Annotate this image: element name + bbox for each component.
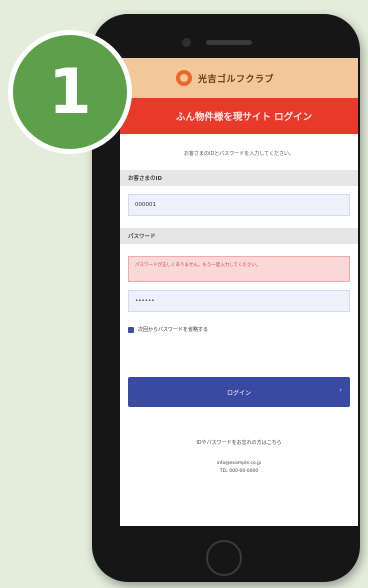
chevron-right-icon: › — [339, 386, 342, 394]
page-title: ふん物件様を現サイト ログイン — [120, 98, 358, 134]
contact-email: info@example.co.jp — [216, 461, 262, 466]
login-button[interactable]: ログイン › — [128, 377, 350, 407]
contact-info: info@example.co.jp TEL 000-00-0000 — [120, 460, 358, 475]
phone-screen: 光吉ゴルフクラブ ふん物件様を現サイト ログイン お客さまのIDとパスワードを入… — [120, 58, 358, 526]
brand-logo-icon — [176, 70, 192, 86]
forgot-link[interactable]: IDやパスワードをお忘れの方はこちら — [120, 439, 358, 446]
id-label: お客さまのID — [120, 170, 358, 186]
camera-icon — [182, 38, 191, 47]
brand-header: 光吉ゴルフクラブ — [120, 58, 358, 98]
home-button[interactable] — [206, 540, 242, 576]
id-field[interactable]: 000001 — [128, 194, 350, 216]
remember-checkbox[interactable] — [128, 326, 134, 333]
password-field[interactable]: •••••• — [128, 290, 350, 312]
login-button-label: ログイン — [226, 389, 251, 397]
password-label: パスワード — [120, 228, 358, 244]
brand-name: 光吉ゴルフクラブ — [198, 74, 275, 85]
speaker-grille — [206, 40, 252, 45]
intro-text: お客さまのIDとパスワードを入力してください。 — [183, 151, 295, 157]
step-number: 1 — [48, 55, 92, 128]
contact-phone: TEL 000-00-0000 — [219, 468, 259, 474]
error-message: パスワードが正しくありません。もう一度入力してください。 — [128, 256, 350, 282]
step-badge: 1 — [8, 30, 132, 154]
remember-label: 次回からパスワードを省略する — [138, 327, 209, 333]
remember-row[interactable]: 次回からパスワードを省略する — [128, 326, 350, 333]
